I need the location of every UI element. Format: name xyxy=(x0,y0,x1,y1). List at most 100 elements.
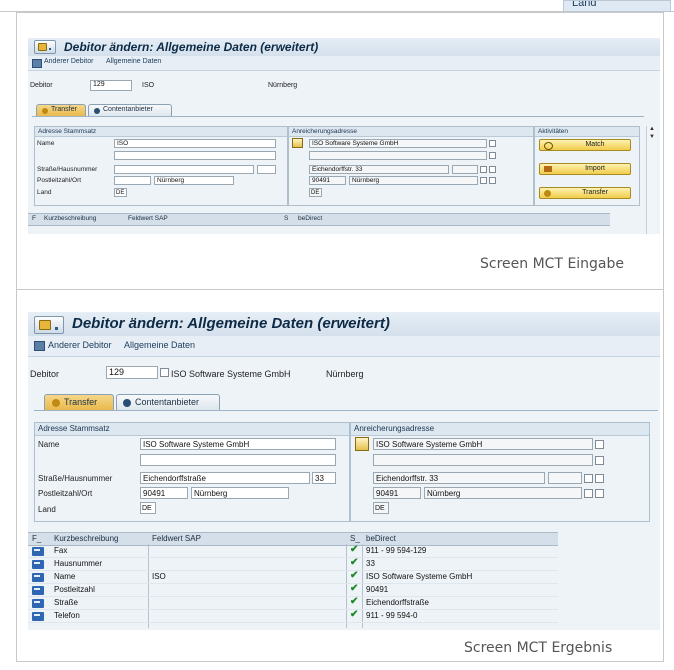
screen2-enrich-city-value: Nürnberg xyxy=(427,489,461,498)
screen2-debtor-city: Nürnberg xyxy=(326,369,364,379)
screen2-enrich-country-value: DE xyxy=(375,505,385,512)
row-sap-cell: ISO xyxy=(152,572,166,581)
screen1-scrollbar[interactable]: ▲ ▼ xyxy=(646,126,657,234)
row-short-cell: Straße xyxy=(54,598,79,607)
screen1-name2-field[interactable] xyxy=(114,151,276,160)
screen1-enrich-zip-check1[interactable] xyxy=(480,177,487,184)
screen2-enrich-edit-icon[interactable] xyxy=(355,437,369,451)
screen2-grid-col-sap[interactable]: Feldwert SAP xyxy=(152,534,201,543)
screen2-enrich-city-field[interactable]: Nürnberg xyxy=(424,487,582,499)
screen2-country-field[interactable]: DE xyxy=(140,502,156,514)
row-short-cell: Fax xyxy=(54,546,68,555)
screen2-enrich-street-field[interactable]: Eichendorffstr. 33 xyxy=(373,472,545,484)
screen1-enrich-street-field[interactable]: Eichendorffstr. 33 xyxy=(309,165,449,174)
table-row[interactable] xyxy=(28,571,558,584)
screen1-tab-transfer[interactable]: Transfer xyxy=(36,104,86,116)
screen2-enrich-zip-check1[interactable] xyxy=(584,489,593,498)
screen1-titlebar: Debitor ändern: Allgemeine Daten (erweit… xyxy=(28,38,660,57)
table-row[interactable] xyxy=(28,545,558,558)
screen1-grid-col-f[interactable]: F xyxy=(32,215,36,222)
screen1-debtor-label: Debitor xyxy=(30,82,53,89)
screen2-grid-col-f[interactable]: F_ xyxy=(32,534,41,543)
screen2-street-field[interactable]: Eichendorffstraße xyxy=(140,472,310,484)
screen1-grid-col-short[interactable]: Kurzbeschreibung xyxy=(44,215,96,222)
screen2-debtor-field[interactable]: 129 xyxy=(106,366,158,379)
page: { "corner": {"label": "Land"}, "screen1"… xyxy=(0,0,674,670)
screen2-zip-field[interactable]: 90491 xyxy=(140,487,188,499)
screen2-grid-col-short[interactable]: Kurzbeschreibung xyxy=(54,534,118,543)
screen1-enrich-street-check2[interactable] xyxy=(489,166,496,173)
row-icon xyxy=(32,599,44,608)
screen1-enrich-name2-field[interactable] xyxy=(309,151,487,160)
screen2-enrich-name2-field[interactable] xyxy=(373,454,593,466)
screen2-street-value: Eichendorffstraße xyxy=(143,474,206,483)
screen1-enrich-country-field[interactable]: DE xyxy=(309,188,322,197)
sap-menu-icon[interactable] xyxy=(34,316,64,334)
screen1-enrich-zip-check2[interactable] xyxy=(489,177,496,184)
screen1-enrich-zip-field[interactable]: 90491 xyxy=(309,176,346,185)
screen2-enrich-name-check[interactable] xyxy=(595,440,604,449)
sap-menu-icon[interactable] xyxy=(34,40,56,54)
screen1-general-data-button[interactable]: Allgemeine Daten xyxy=(106,58,161,65)
screen1-tab-content[interactable]: Contentanbieter xyxy=(88,104,172,116)
table-row[interactable] xyxy=(28,610,558,623)
scroll-down-icon[interactable]: ▼ xyxy=(647,134,657,140)
screen2-enrich-zip-field[interactable]: 90491 xyxy=(373,487,421,499)
screen2-debtor-help[interactable] xyxy=(160,368,169,377)
screen1-enrich-house-field[interactable] xyxy=(452,165,478,174)
screen1-grid-col-sap[interactable]: Feldwert SAP xyxy=(128,215,168,222)
row-short-cell: Hausnummer xyxy=(54,559,103,568)
screen2-grid-col-s[interactable]: S_ xyxy=(350,534,360,543)
scroll-up-icon[interactable]: ▲ xyxy=(647,126,657,132)
other-debtor-icon xyxy=(32,59,42,68)
screen2-tab-content[interactable]: Contentanbieter xyxy=(116,394,220,410)
screen1-debtor-field[interactable]: 129 xyxy=(90,80,132,91)
screen2-name2-field[interactable] xyxy=(140,454,336,466)
screen1-enrich-name-field[interactable]: ISO Software Systeme GmbH xyxy=(309,139,487,148)
screen2-city-field[interactable]: Nürnberg xyxy=(191,487,289,499)
screen1-enrich-city-value: Nürnberg xyxy=(352,177,380,184)
screen1-enrich-name2-check[interactable] xyxy=(489,152,496,159)
screen2-enrich-street-check2[interactable] xyxy=(595,474,604,483)
screen2-grid-col-bedirect[interactable]: beDirect xyxy=(366,534,396,543)
screen2-general-data-button[interactable]: Allgemeine Daten xyxy=(124,340,195,350)
screen2-tab-transfer[interactable]: Transfer xyxy=(44,394,114,410)
screen1-enrich-name-value: ISO Software Systeme GmbH xyxy=(312,140,399,147)
caption-ergebnis: Screen MCT Ergebnis xyxy=(464,640,613,656)
screen2-house-field[interactable]: 33 xyxy=(312,472,336,484)
screen1-city-field[interactable]: Nürnberg xyxy=(154,176,234,185)
screen1-other-debtor-button[interactable]: Anderer Debitor xyxy=(44,58,93,65)
import-button[interactable]: Import xyxy=(539,163,631,175)
screen1-house-field[interactable] xyxy=(257,165,276,174)
screen2-name-field[interactable]: ISO Software Systeme GmbH xyxy=(140,438,336,450)
transfer-button[interactable]: Transfer xyxy=(539,187,631,199)
screen1-country-field[interactable]: DE xyxy=(114,188,127,197)
screen2-enrich-house-field[interactable] xyxy=(548,472,582,484)
screen2-enrich-zip-check2[interactable] xyxy=(595,489,604,498)
screen1-name-value: ISO xyxy=(117,140,129,147)
screen1-enrich-street-check1[interactable] xyxy=(480,166,487,173)
check-icon: ✔ xyxy=(350,544,359,555)
table-row[interactable] xyxy=(28,558,558,571)
screen1-grid-col-s[interactable]: S xyxy=(284,215,288,222)
match-button[interactable]: Match xyxy=(539,139,631,151)
screen2-enrich-name2-check[interactable] xyxy=(595,456,604,465)
table-row[interactable] xyxy=(28,597,558,610)
row-bedirect-cell: 911 - 99 594-0 xyxy=(366,611,418,620)
screen1-zip-field[interactable] xyxy=(114,176,151,185)
screen2-enrich-street-check1[interactable] xyxy=(584,474,593,483)
screen2-other-debtor-button[interactable]: Anderer Debitor xyxy=(48,340,112,350)
screen1-grid-col-bedirect[interactable]: beDirect xyxy=(298,215,322,222)
screen1-name-field[interactable]: ISO xyxy=(114,139,276,148)
screen1-enrich-edit-icon[interactable] xyxy=(292,138,303,148)
screen2-enrich-name-field[interactable]: ISO Software Systeme GmbH xyxy=(373,438,593,450)
screen1-street-field[interactable] xyxy=(114,165,254,174)
table-row[interactable] xyxy=(28,584,558,597)
screen1-enrich-city-field[interactable]: Nürnberg xyxy=(349,176,478,185)
screen1-debtor-short: ISO xyxy=(142,82,155,89)
screen2-tab-transfer-label: Transfer xyxy=(64,397,98,407)
screen2-zip-value: 90491 xyxy=(143,489,166,498)
corner-tab[interactable]: Land xyxy=(563,0,671,12)
screen1-enrich-name-check[interactable] xyxy=(489,140,496,147)
screen2-enrich-country-field[interactable]: DE xyxy=(373,502,389,514)
